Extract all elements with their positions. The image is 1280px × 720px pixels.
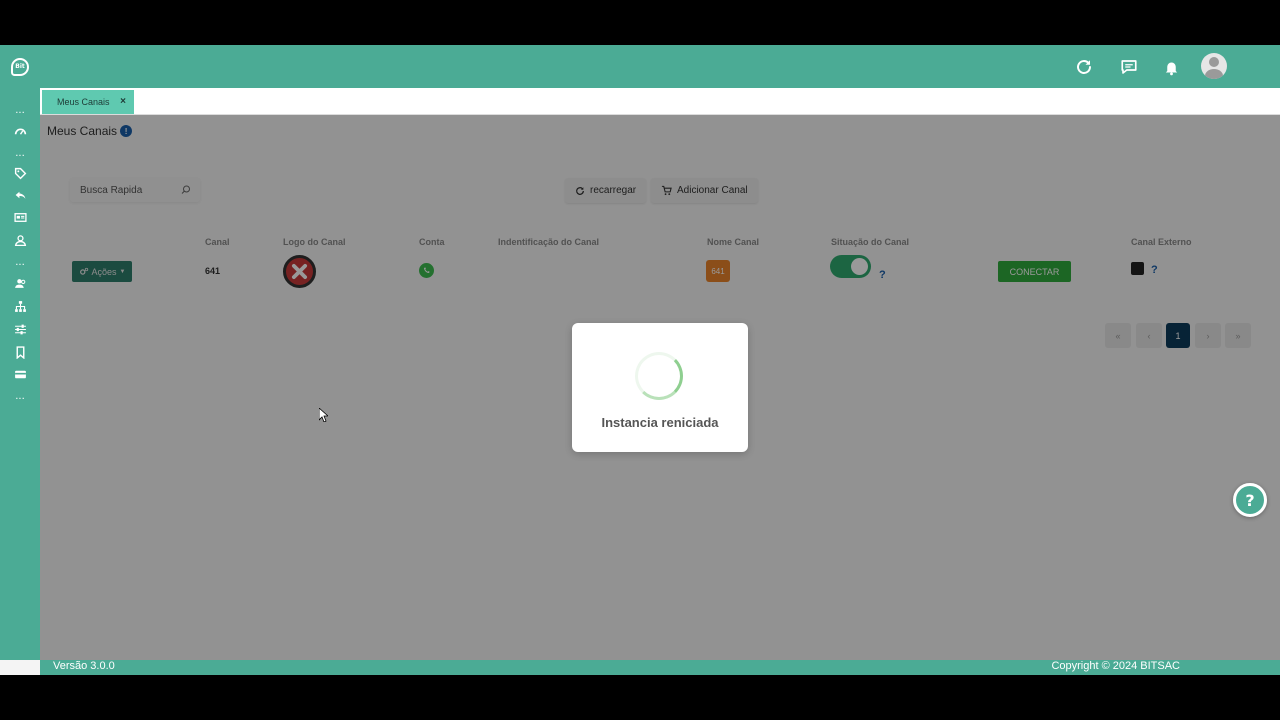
credit-card-icon[interactable] xyxy=(0,366,40,382)
logo-badge: Bit xyxy=(11,57,29,76)
sidebar: ... ... ... ... xyxy=(0,88,40,660)
modal-message: Instancia reniciada xyxy=(601,415,719,430)
tab-label: Meus Canais xyxy=(57,97,110,107)
org-chart-icon[interactable] xyxy=(0,298,40,314)
bookmark-icon[interactable] xyxy=(0,344,40,360)
copyright-text: Copyright © 2024 BITSAC xyxy=(1051,660,1180,672)
chat-icon[interactable] xyxy=(1118,56,1140,78)
sidebar-more-3[interactable]: ... xyxy=(0,254,40,270)
status-modal: Instancia reniciada xyxy=(572,323,748,452)
version-text: Versão 3.0.0 xyxy=(53,660,115,672)
help-button[interactable]: ? xyxy=(1233,483,1267,517)
mouse-cursor-icon xyxy=(318,407,330,426)
avatar[interactable] xyxy=(1201,53,1227,79)
sidebar-more-1[interactable]: ... xyxy=(0,102,40,118)
user-icon[interactable] xyxy=(0,232,40,248)
bell-icon[interactable] xyxy=(1160,56,1182,78)
sidebar-more-4[interactable]: ... xyxy=(0,388,40,404)
users-icon[interactable] xyxy=(0,275,40,291)
tag-icon[interactable] xyxy=(0,165,40,181)
close-icon[interactable]: × xyxy=(120,96,126,107)
refresh-icon[interactable] xyxy=(1073,56,1095,78)
footer: Versão 3.0.0 Copyright © 2024 BITSAC xyxy=(40,660,1280,675)
card-icon[interactable] xyxy=(0,209,40,225)
top-bar: Bit xyxy=(0,45,1280,88)
reply-icon[interactable] xyxy=(0,187,40,203)
logo[interactable]: Bit xyxy=(0,45,40,88)
sliders-icon[interactable] xyxy=(0,321,40,337)
tab-meus-canais[interactable]: Meus Canais × xyxy=(42,90,134,114)
loading-spinner-icon xyxy=(635,352,683,400)
sidebar-more-2[interactable]: ... xyxy=(0,145,40,161)
dashboard-icon[interactable] xyxy=(0,123,40,139)
tab-bar: Meus Canais × xyxy=(40,88,1280,115)
